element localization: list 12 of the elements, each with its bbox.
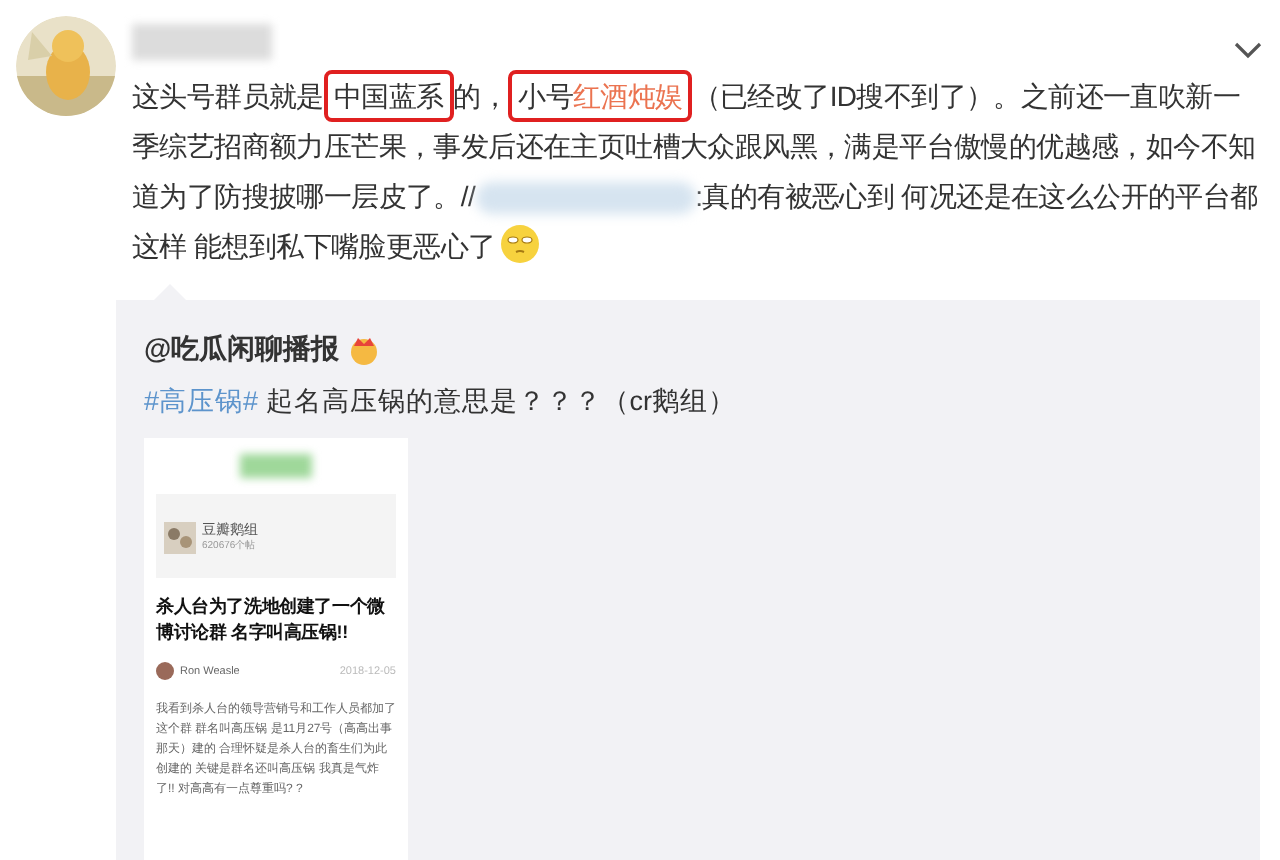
blurred-username: [132, 24, 272, 60]
crown-icon: [347, 333, 380, 365]
screenshot-title: 杀人台为了洗地创建了一个微博讨论群 名字叫高压锅!!: [156, 594, 387, 647]
chevron-down-icon[interactable]: [1234, 41, 1262, 59]
user-avatar: [156, 662, 174, 681]
blurred-logo: [240, 454, 312, 479]
user-link[interactable]: 红酒炖娱: [573, 80, 683, 112]
emoji-icon: [499, 224, 540, 264]
post-text: 这头号群员就是 中国蓝系 的， 小号红酒炖娱 （已经改了ID搜不到了）。之前还一直吹新一季综艺招商额力压芒果，事发后还在主页吐槽大众跟风黑，满是平台傲慢的优越感，如今不知道为了防搜披哪一层皮了。// :真的有被恶心到 何况还是在这么公开的平台都这样 能想到私下嘴脸更恶心了: [132, 72, 1266, 272]
topic-link[interactable]: #高压锅#: [144, 386, 259, 416]
repost-text: #高压锅# 起名高压锅的意思是？？？（cr鹅组）: [144, 384, 739, 420]
repost-author[interactable]: @吃瓜闲聊播报: [144, 328, 340, 370]
